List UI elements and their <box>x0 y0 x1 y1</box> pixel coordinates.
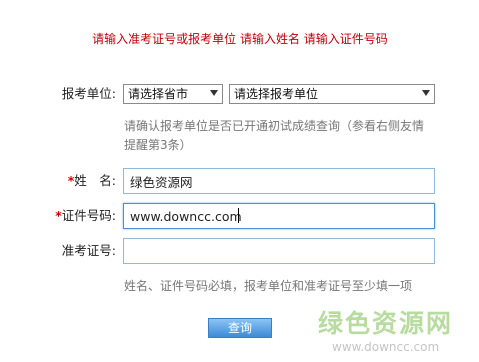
city-select[interactable]: 请选择省市 <box>123 84 223 104</box>
chevron-down-icon <box>210 90 218 96</box>
unit-hint: 请确认报考单位是否已开通初试成绩查询（参看右侧友情提醒第3条） <box>124 119 425 152</box>
exam-number-input[interactable] <box>123 238 435 264</box>
unit-label: 报考单位: <box>61 86 116 101</box>
error-message: 请输入准考证号或报考单位 请输入姓名 请输入证件号码 <box>92 32 388 46</box>
watermark-url: www.downcc.com <box>332 340 440 354</box>
city-select-value: 请选择省市 <box>128 87 189 101</box>
name-label-text: 姓 名: <box>74 173 116 188</box>
id-number-input[interactable] <box>123 203 435 229</box>
submit-button[interactable]: 查询 <box>208 318 272 338</box>
watermark-title: 绿色资源网 <box>318 309 454 338</box>
text-caret <box>238 208 239 223</box>
unit-select[interactable]: 请选择报考单位 <box>229 84 435 104</box>
unit-select-value: 请选择报考单位 <box>234 87 319 101</box>
chevron-down-icon <box>422 90 430 96</box>
name-input[interactable] <box>123 168 435 194</box>
id-number-label: *证件号码: <box>0 206 116 226</box>
id-number-label-text: 证件号码: <box>61 208 116 223</box>
footer-hint: 姓名、证件号码必填，报考单位和准考证号至少填一项 <box>124 279 413 293</box>
exam-number-label: 准考证号: <box>61 243 116 258</box>
name-label: *姓 名: <box>0 171 116 191</box>
